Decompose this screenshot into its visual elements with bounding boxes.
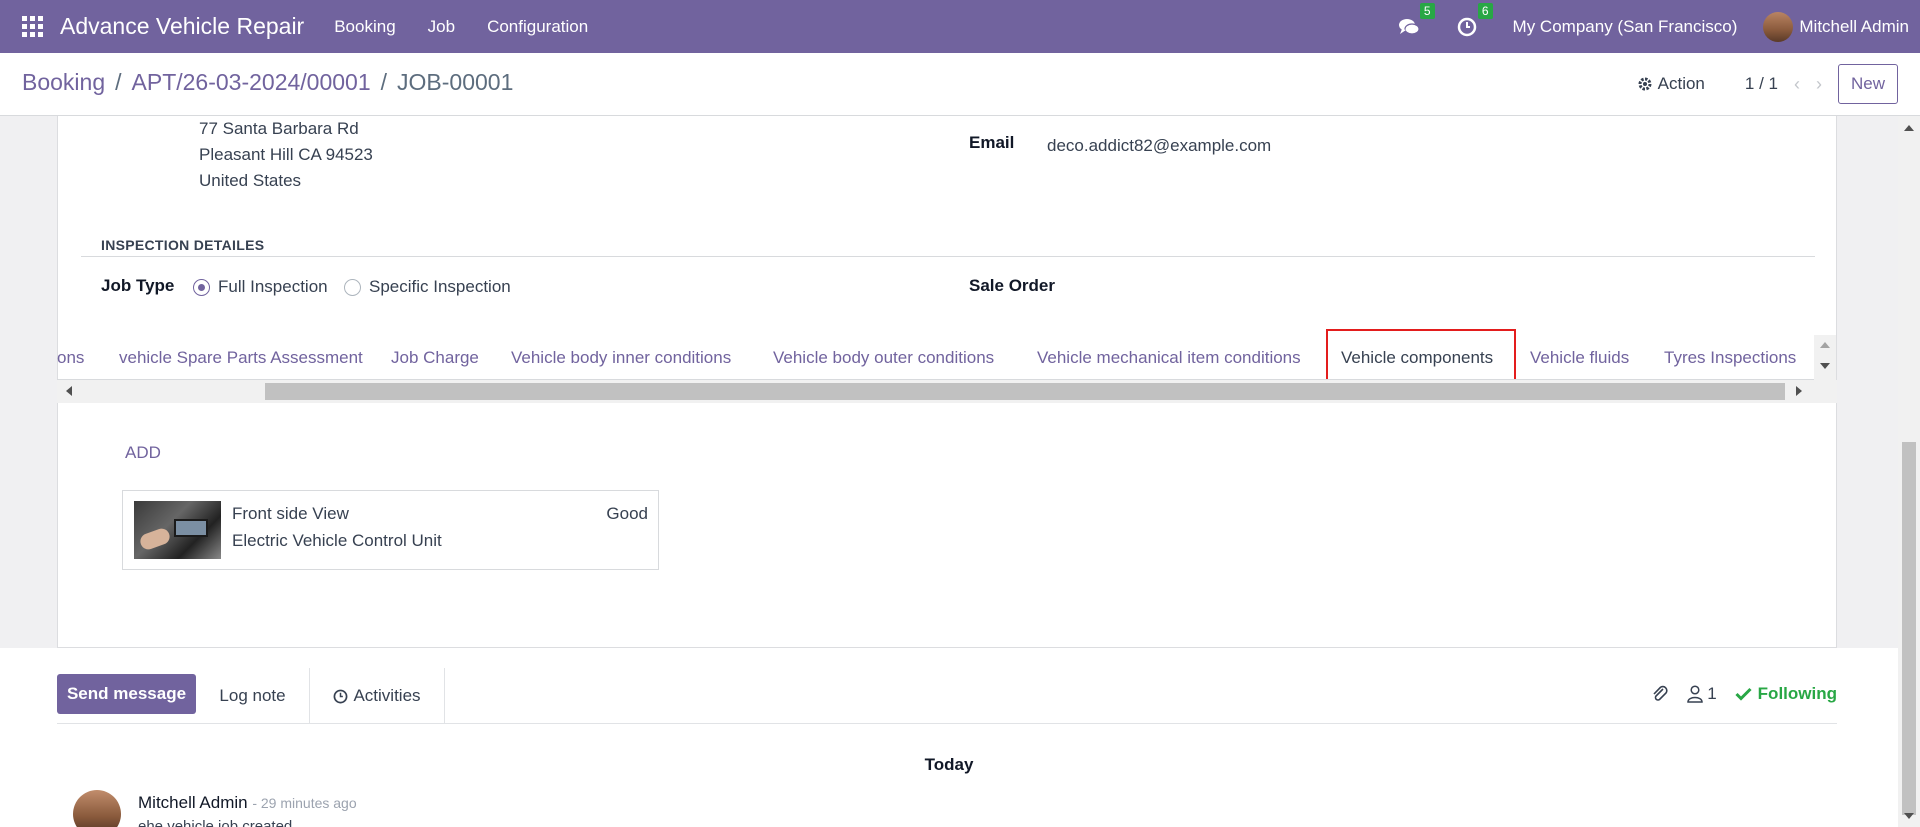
tab-mechanical-item-conditions[interactable]: Vehicle mechanical item conditions — [1037, 348, 1301, 368]
activities-button[interactable]: Activities — [310, 668, 445, 724]
component-image — [134, 501, 221, 559]
message-author[interactable]: Mitchell Admin — [138, 793, 248, 812]
message-header: Mitchell Admin - 29 minutes ago — [138, 793, 357, 813]
scroll-down-icon[interactable] — [1820, 363, 1830, 369]
date-separator: Today — [924, 755, 974, 774]
scroll-down-icon[interactable] — [1904, 813, 1914, 819]
breadcrumb-current: JOB-00001 — [397, 69, 514, 95]
menu-booking[interactable]: Booking — [334, 17, 395, 37]
chat-icon — [1398, 18, 1420, 35]
clock-icon — [1457, 17, 1476, 36]
activities-button[interactable]: 6 — [1455, 2, 1493, 39]
menu-job[interactable]: Job — [428, 17, 455, 37]
radio-full-inspection-label: Full Inspection — [218, 277, 328, 296]
tab-body-inner-conditions[interactable]: Vehicle body inner conditions — [511, 348, 731, 368]
check-icon — [1735, 687, 1752, 701]
user-menu[interactable]: Mitchell Admin — [1799, 17, 1909, 37]
send-message-button[interactable]: Send message — [57, 674, 196, 714]
pager-previous-icon[interactable]: ‹ — [1794, 74, 1800, 95]
breadcrumb-booking[interactable]: Booking — [22, 69, 105, 96]
followers-button[interactable]: 1 — [1687, 684, 1717, 704]
message-time: - 29 minutes ago — [252, 795, 357, 811]
add-component-button[interactable]: ADD — [125, 443, 161, 463]
message-body: ehe vehicle job created — [138, 818, 293, 827]
following-button[interactable]: Following — [1735, 684, 1837, 704]
pager-value[interactable]: 1 / 1 — [1745, 74, 1778, 94]
new-button[interactable]: New — [1837, 64, 1898, 104]
sale-order-label: Sale Order — [969, 276, 1055, 295]
tab-truncated[interactable]: ons — [57, 348, 84, 368]
scroll-up-icon[interactable] — [1904, 125, 1914, 131]
menu-configuration[interactable]: Configuration — [487, 17, 588, 37]
messages-button[interactable]: 5 — [1397, 2, 1435, 39]
action-button[interactable]: Action — [1637, 74, 1705, 94]
breadcrumb-separator: / — [115, 69, 122, 95]
control-panel: Booking / APT/26-03-2024/00001 / JOB-000… — [0, 53, 1920, 116]
scroll-left-icon[interactable] — [66, 386, 72, 396]
action-label: Action — [1657, 74, 1705, 93]
pager-next-icon[interactable]: › — [1816, 74, 1822, 95]
tab-vehicle-components[interactable]: Vehicle components — [1341, 348, 1493, 368]
log-note-button[interactable]: Log note — [196, 668, 310, 724]
tab-job-charge[interactable]: Job Charge — [391, 348, 479, 368]
tabs-vertical-scrollbar[interactable] — [1814, 335, 1836, 380]
component-card[interactable]: Front side View Electric Vehicle Control… — [122, 490, 659, 570]
job-type-label: Job Type — [101, 276, 175, 295]
section-title: INSPECTION DETAILES — [101, 237, 265, 253]
address-line-1: 77 Santa Barbara Rd — [199, 119, 359, 138]
tab-vehicle-fluids[interactable]: Vehicle fluids — [1530, 348, 1629, 368]
address-line-3: United States — [199, 171, 302, 190]
page-scrollbar-thumb[interactable] — [1902, 442, 1916, 815]
top-navbar: Advance Vehicle Repair Booking Job Confi… — [0, 0, 1920, 53]
radio-unchecked-icon — [344, 278, 361, 296]
email-field[interactable]: deco.addict82@example.com — [1047, 136, 1271, 156]
radio-specific-inspection[interactable]: Specific Inspection — [344, 277, 511, 297]
followers-count: 1 — [1707, 684, 1717, 703]
following-label: Following — [1757, 684, 1837, 703]
radio-full-inspection[interactable]: Full Inspection — [193, 277, 328, 297]
radio-checked-icon — [193, 278, 210, 296]
paperclip-icon[interactable] — [1651, 684, 1669, 704]
company-switcher[interactable]: My Company (San Francisco) — [1513, 17, 1738, 37]
scrollbar-thumb[interactable] — [265, 383, 1785, 400]
component-status: Good — [606, 504, 648, 523]
gear-icon — [1638, 77, 1652, 91]
tab-spare-parts-assessment[interactable]: vehicle Spare Parts Assessment — [119, 348, 363, 368]
apps-menu-icon[interactable] — [22, 15, 44, 38]
activities-count-badge: 6 — [1477, 2, 1493, 19]
address-line-2: Pleasant Hill CA 94523 — [199, 145, 373, 164]
component-title: Front side View — [232, 504, 349, 523]
page-scrollbar[interactable] — [1898, 116, 1920, 827]
breadcrumb-appointment[interactable]: APT/26-03-2024/00001 — [132, 69, 371, 96]
tab-tyres-inspections[interactable]: Tyres Inspections — [1664, 348, 1796, 368]
section-divider — [81, 256, 1815, 257]
radio-specific-inspection-label: Specific Inspection — [369, 277, 511, 296]
user-avatar[interactable] — [1763, 11, 1794, 42]
tab-body-outer-conditions[interactable]: Vehicle body outer conditions — [773, 348, 994, 368]
scroll-right-icon[interactable] — [1796, 386, 1802, 396]
clock-icon — [334, 689, 348, 703]
tabs-horizontal-scrollbar[interactable] — [57, 380, 1837, 403]
email-label: Email — [969, 133, 1015, 152]
component-subtitle: Electric Vehicle Control Unit — [232, 531, 442, 550]
breadcrumb-separator: / — [380, 69, 388, 95]
user-icon — [1687, 685, 1703, 703]
scroll-up-icon[interactable] — [1820, 342, 1830, 348]
notebook-tabs: ons vehicle Spare Parts Assessment Job C… — [57, 335, 1820, 380]
messages-count-badge: 5 — [1419, 2, 1435, 19]
app-title[interactable]: Advance Vehicle Repair — [60, 13, 304, 40]
activities-label: Activities — [353, 686, 421, 705]
breadcrumb: Booking / APT/26-03-2024/00001 / JOB-000… — [22, 69, 513, 96]
